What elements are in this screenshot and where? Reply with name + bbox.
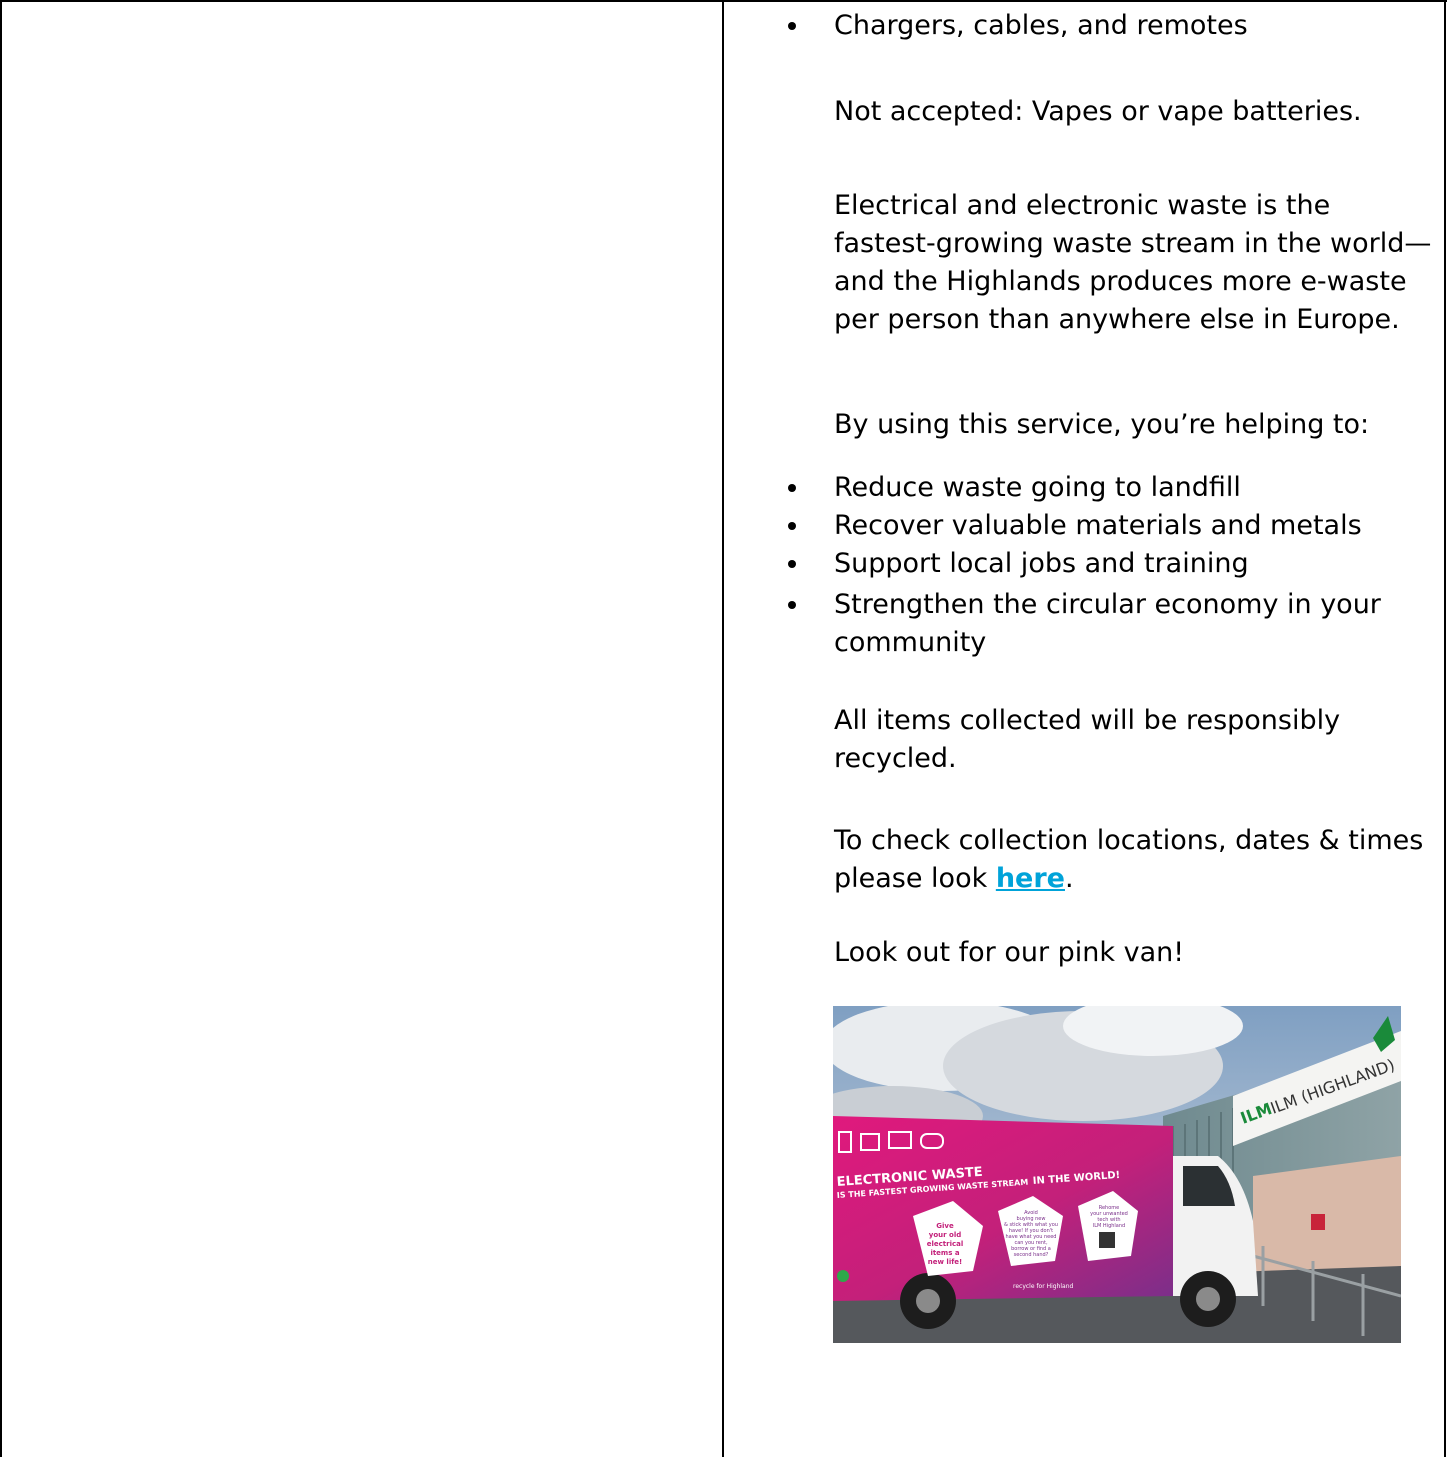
pentagon-1-line: new life! <box>928 1258 962 1266</box>
list-item: Strengthen the circular economy in your … <box>788 586 1434 662</box>
list-item: Recover valuable materials and metals <box>788 510 1434 542</box>
pentagon-1-line: Give <box>936 1222 954 1230</box>
document-page: Chargers, cables, and remotes Not accept… <box>0 0 1447 1457</box>
list-item: Reduce waste going to landfill <box>788 472 1434 504</box>
bullet-icon <box>788 560 796 568</box>
list-item-text: Recover valuable materials and metals <box>834 510 1362 541</box>
bullet-icon <box>788 522 796 530</box>
table-cell-right: Chargers, cables, and remotes Not accept… <box>724 0 1444 1457</box>
table-border-right <box>1444 0 1446 1457</box>
bullet-icon <box>788 484 796 492</box>
list-item: Support local jobs and training <box>788 548 1434 580</box>
here-link[interactable]: here <box>996 863 1065 894</box>
pentagon-1-line: your old <box>929 1231 961 1239</box>
list-item: Chargers, cables, and remotes <box>788 10 1434 42</box>
helping-paragraph: By using this service, you’re helping to… <box>834 409 1370 440</box>
qr-code-icon <box>1099 1232 1115 1248</box>
list-item-text: Chargers, cables, and remotes <box>834 10 1248 41</box>
list-item-text: Reduce waste going to landfill <box>834 472 1241 503</box>
bullet-icon <box>788 601 796 609</box>
recycled-paragraph: All items collected will be responsibly … <box>834 705 1341 774</box>
list-item-text: Strengthen the circular economy in your … <box>834 589 1381 658</box>
van-footer-text: recycle for Highland <box>1013 1283 1074 1290</box>
check-locations-suffix: . <box>1065 863 1074 894</box>
bullet-icon <box>788 22 796 30</box>
pentagon-2-line: second hand? <box>1014 1252 1049 1258</box>
pentagon-3-line: ILM Highland <box>1093 1223 1125 1229</box>
pink-van-photo: ILM ILM (HIGHLAND) ELECTRONIC WASTE IS T… <box>833 1006 1401 1343</box>
van-illustration: ILM ILM (HIGHLAND) ELECTRONIC WASTE IS T… <box>833 1006 1401 1343</box>
check-locations-paragraph: To check collection locations, dates & t… <box>834 822 1434 898</box>
list-item-text: Support local jobs and training <box>834 548 1249 579</box>
pentagon-1-line: electrical <box>927 1240 964 1248</box>
ewaste-paragraph: Electrical and electronic waste is the f… <box>834 190 1432 335</box>
check-locations-text: To check collection locations, dates & t… <box>834 825 1424 894</box>
table-cell-left <box>2 2 722 1457</box>
pink-van-text: Look out for our pink van! <box>834 937 1185 968</box>
pentagon-1-line: items a <box>930 1249 959 1257</box>
not-accepted-text: Not accepted: Vapes or vape batteries. <box>834 96 1362 127</box>
